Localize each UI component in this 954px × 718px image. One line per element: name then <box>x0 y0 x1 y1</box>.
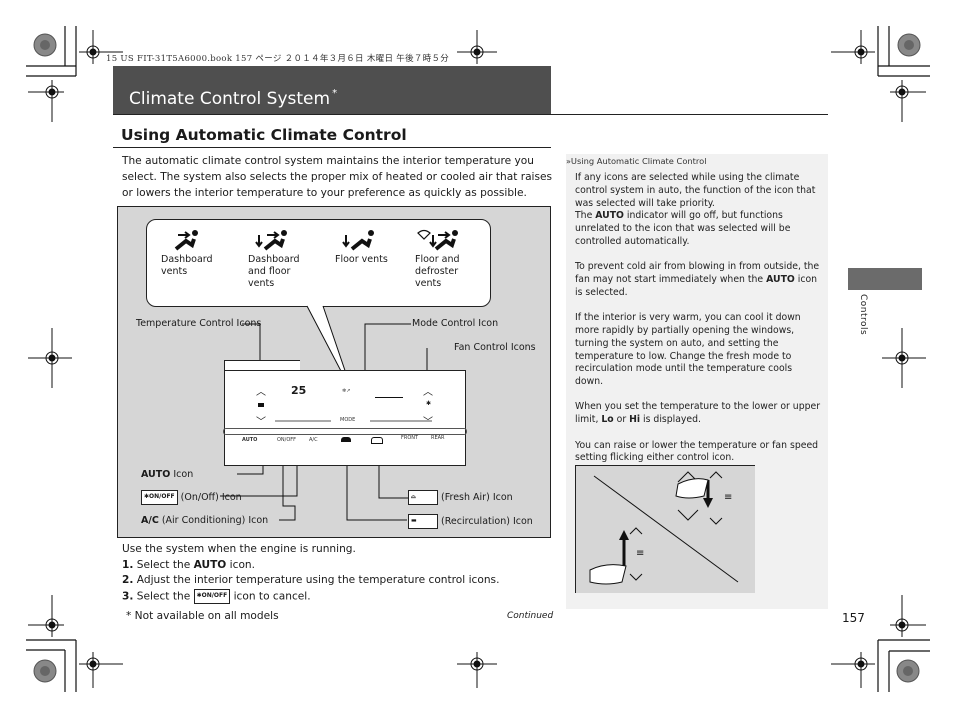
text: or <box>613 414 630 426</box>
chapter-title-text: Climate Control System <box>129 89 331 109</box>
mode-control-button[interactable]: MODE <box>340 417 355 423</box>
text: If any icons are selected while using th… <box>575 172 816 209</box>
section-tab[interactable] <box>848 268 922 290</box>
text: If the interior is very warm, you can co… <box>575 312 801 388</box>
section-tab-label: Controls <box>858 294 868 336</box>
text: The <box>575 210 596 222</box>
indicator-strip <box>223 428 467 435</box>
bold-text: Hi <box>629 414 641 426</box>
front-defrost-button[interactable]: FRONT <box>401 435 418 441</box>
sidebar-paragraph: If the interior is very warm, you can co… <box>575 312 823 389</box>
chapter-title: Climate Control System * <box>129 88 338 109</box>
bold-text: Lo <box>601 414 614 426</box>
step-text: Select the <box>136 590 194 602</box>
rear-defrost-button[interactable]: REAR <box>431 435 445 441</box>
print-header: 15 US FIT-31T5A6000.book 157 ページ ２０１４年３月… <box>106 54 450 64</box>
section-title: Using Automatic Climate Control <box>121 126 407 144</box>
flick-down-gesture: ≡ <box>675 471 732 525</box>
ac-button[interactable]: A/C <box>309 437 318 443</box>
fan-up-button[interactable]: ︿ <box>423 383 433 398</box>
step-number: 3. <box>122 590 134 602</box>
auto-label-bold: AUTO <box>141 469 171 480</box>
recirculation-button[interactable] <box>341 437 351 442</box>
fan-icon: ✱ <box>426 400 432 407</box>
mode-control-label: Mode Control Icon <box>412 318 499 329</box>
steps-lead: Use the system when the engine is runnin… <box>122 543 356 555</box>
step-3: 3. Select the ✱ON/OFF icon to cancel. <box>122 588 562 605</box>
svg-text:≡: ≡ <box>636 548 644 559</box>
step-text: icon to cancel. <box>230 590 311 602</box>
step-bold: AUTO <box>193 558 227 571</box>
auto-label-rest: Icon <box>170 469 194 480</box>
auto-button[interactable]: AUTO <box>242 437 257 443</box>
fan-control-label: Fan Control Icons <box>454 342 536 353</box>
climate-control-panel: ︿ ﹀ 25 ❄↗ MODE ︿ ✱ ﹀ AUTO ON/OFF A/C FRO… <box>223 370 467 466</box>
recirculation-icon-label: ▬ (Recirculation) Icon <box>408 514 533 529</box>
fan-speed-indicator <box>375 389 403 398</box>
step-text: icon. <box>226 558 256 571</box>
temp-up-button[interactable]: ︿ <box>256 383 266 398</box>
title-divider <box>113 114 828 115</box>
sidebar-paragraph: If any icons are selected while using th… <box>575 172 823 249</box>
sidebar-paragraph: When you set the temperature to the lowe… <box>575 401 823 427</box>
temperature-display: 25 <box>291 384 307 397</box>
auto-icon-label: AUTO Icon <box>141 469 193 480</box>
temp-indicator <box>258 403 264 407</box>
ac-label-rest: (Air Conditioning) Icon <box>158 515 269 526</box>
fresh-air-icon: ⌓ <box>408 490 438 505</box>
fresh-air-icon-label: ⌓ (Fresh Air) Icon <box>408 490 513 505</box>
sidebar-paragraph: To prevent cold air from blowing in from… <box>575 261 823 299</box>
step-text: Select the <box>136 558 194 571</box>
step-text: Adjust the interior temperature using th… <box>136 574 500 586</box>
fresh-air-button[interactable] <box>371 437 383 444</box>
section-divider <box>113 147 551 148</box>
mode-icon[interactable]: ❄↗ <box>342 388 350 394</box>
onoff-button[interactable]: ON/OFF <box>277 437 296 443</box>
ac-icon-label: A/C (Air Conditioning) Icon <box>141 515 268 526</box>
flick-gesture-svg: ≡ ≡ <box>589 471 739 585</box>
bold-text: AUTO <box>766 274 795 286</box>
sidebar-heading: »Using Automatic Climate Control <box>566 156 707 166</box>
flick-up-gesture: ≡ <box>589 527 644 585</box>
onoff-icon-label: ✱ON/OFF (On/Off) Icon <box>141 490 242 505</box>
onoff-icon: ✱ON/OFF <box>193 588 231 604</box>
bold-text: AUTO <box>595 210 624 222</box>
recirc-label-text: (Recirculation) Icon <box>441 516 533 527</box>
fan-down-button[interactable]: ﹀ <box>423 413 433 428</box>
temp-slider[interactable] <box>275 420 331 422</box>
sidebar-paragraph: You can raise or lower the temperature o… <box>575 440 823 466</box>
sidebar-heading-text: Using Automatic Climate Control <box>570 156 707 166</box>
sidebar-body: If any icons are selected while using th… <box>575 172 823 478</box>
ac-label-bold: A/C <box>141 515 159 526</box>
step-1: 1. Select the AUTO icon. <box>122 558 562 574</box>
onoff-label-text: (On/Off) Icon <box>180 492 242 503</box>
text: is displayed. <box>640 414 702 426</box>
step-number: 1. <box>122 558 134 571</box>
temp-down-button[interactable]: ﹀ <box>256 413 266 428</box>
footnote-marker: * <box>332 88 338 99</box>
temperature-control-label: Temperature Control Icons <box>136 318 262 329</box>
text: You can raise or lower the temperature o… <box>575 439 819 464</box>
steps: Use the system when the engine is runnin… <box>122 542 562 605</box>
flick-gesture-illustration: ≡ ≡ <box>575 465 755 593</box>
step-2: 2. Adjust the interior temperature using… <box>122 573 562 589</box>
onoff-icon: ✱ON/OFF <box>141 490 178 505</box>
intro-paragraph: The automatic climate control system mai… <box>122 155 553 199</box>
page-number: 157 <box>842 611 865 625</box>
fresh-label-text: (Fresh Air) Icon <box>441 492 513 503</box>
continued-label: Continued <box>507 611 554 621</box>
svg-text:≡: ≡ <box>724 492 732 503</box>
recirculation-icon: ▬ <box>408 514 438 529</box>
footnote: * Not available on all models <box>126 610 279 622</box>
step-number: 2. <box>122 574 134 586</box>
